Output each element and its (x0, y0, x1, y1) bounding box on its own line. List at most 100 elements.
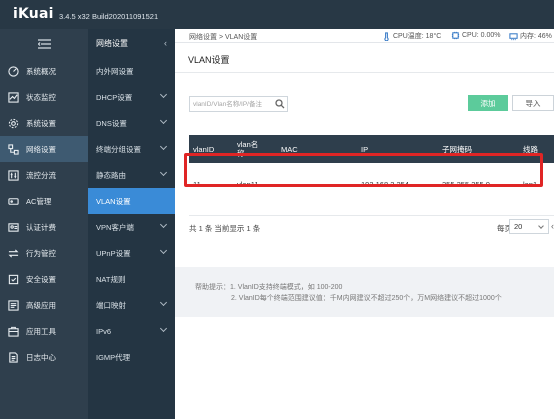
sidebar-item-label: 系统设置 (26, 118, 56, 128)
sidebar-item-overview[interactable]: 系统概况 (0, 58, 88, 84)
cell-vlan-name: vlan11 (237, 180, 259, 189)
sidebar-item-system[interactable]: 系统设置 (0, 110, 88, 136)
submenu-item-terminal-group[interactable]: 终端分组设置 (88, 136, 175, 162)
pagination-summary: 共 1 条 当前显示 1 条 (189, 224, 261, 233)
submenu-item-upnp[interactable]: UPnP设置 (88, 240, 175, 266)
sidebar-item-flow[interactable]: 流控分流 (0, 162, 88, 188)
content-card: VLAN设置 添加 导入 vlanID vlan名称 MAC IP 子网掩码 线… (175, 43, 554, 419)
sidebar-item-label: 状态监控 (26, 92, 56, 102)
divider (189, 215, 554, 216)
sidebar-item-auth[interactable]: 认证计费 (0, 214, 88, 240)
sidebar-item-monitor[interactable]: 状态监控 (0, 84, 88, 110)
monitor-icon (0, 91, 26, 103)
submenu-item-static-route[interactable]: 静态路由 (88, 162, 175, 188)
submenu-item-label: 端口映射 (96, 300, 126, 310)
cpu-temp-label: CPU温度: 18°C (393, 33, 442, 40)
table-header: vlanID vlan名称 MAC IP 子网掩码 线路 (189, 135, 554, 163)
sidebar-item-label: 认证计费 (26, 222, 56, 232)
cpu-temp-status: CPU温度: 18°C (382, 31, 441, 41)
sidebar-item-advanced[interactable]: 高级应用 (0, 292, 88, 318)
page-title: VLAN设置 (188, 55, 230, 65)
menu-collapse-icon[interactable] (0, 29, 88, 58)
sidebar-item-ac[interactable]: AC管理 (0, 188, 88, 214)
submenu-item-vlan[interactable]: VLAN设置 (88, 188, 175, 214)
submenu-item-label: VLAN设置 (96, 196, 131, 206)
dashboard-icon (0, 65, 26, 77)
chevron-down-icon (159, 246, 168, 255)
submenu-item-nat[interactable]: NAT规则 (88, 266, 175, 292)
app-logo[interactable]: iKuai (13, 6, 54, 22)
chevron-down-icon (538, 223, 544, 229)
submenu-item-label: IPv6 (96, 326, 112, 336)
column-header-mac[interactable]: MAC (281, 135, 298, 163)
table-row[interactable]: 11 vlan11 192.168.2.254 255.255.255.0 la… (189, 169, 554, 200)
breadcrumb: 网络设置 > VLAN设置 (189, 34, 258, 41)
column-header-vlan-name[interactable]: vlan名称 (237, 135, 265, 163)
sidebar-item-label: AC管理 (26, 196, 52, 206)
submenu-item-vpn-client[interactable]: VPN客户端 (88, 214, 175, 240)
sidebar-item-label: 网络设置 (26, 144, 56, 154)
per-page-value: 20 (514, 222, 523, 231)
import-button[interactable]: 导入 (512, 95, 554, 111)
column-header-subnet-mask[interactable]: 子网掩码 (442, 135, 472, 163)
gear-icon (0, 118, 26, 129)
sidebar-item-logs[interactable]: 日志中心 (0, 344, 88, 370)
cpu-usage-label: CPU: 0.00% (462, 32, 501, 39)
log-icon (0, 351, 26, 363)
chevron-down-icon (159, 324, 168, 333)
memory-icon (509, 32, 518, 40)
sidebar-item-network[interactable]: 网络设置 (0, 136, 88, 162)
network-icon (0, 143, 26, 155)
thermometer-icon (384, 31, 389, 41)
search-input[interactable] (190, 97, 274, 111)
submenu: 网络设置 ‹ 内外网设置 DHCP设置 DNS设置 终端分组设置 静态路由 VL… (88, 29, 175, 419)
chevron-down-icon (159, 90, 168, 99)
submenu-title: 网络设置 (96, 39, 128, 48)
toolbox-icon (0, 326, 26, 337)
version-label: 3.4.5 x32 Build202011091521 (59, 12, 159, 21)
header-bar: 网络设置 > VLAN设置 CPU温度: 18°C CPU: 0.00% 内存:… (175, 29, 554, 43)
submenu-item-label: IGMP代理 (96, 352, 131, 362)
search-icon[interactable] (275, 99, 285, 109)
submenu-item-label: VPN客户端 (96, 222, 134, 232)
arrows-icon (0, 248, 26, 259)
sliders-icon (0, 169, 26, 181)
cpu-usage-status: CPU: 0.00% (451, 31, 501, 40)
submenu-item-label: 静态路由 (96, 170, 126, 180)
chevron-left-icon[interactable]: ‹ (164, 38, 167, 48)
column-header-line[interactable]: 线路 (523, 135, 538, 163)
ac-icon (0, 196, 26, 207)
submenu-item-port-mapping[interactable]: 端口映射 (88, 292, 175, 318)
sidebar-item-label: 安全设置 (26, 274, 56, 284)
submenu-item-label: DHCP设置 (96, 92, 133, 102)
column-header-vlanid[interactable]: vlanID (193, 135, 214, 163)
submenu-item-label: NAT规则 (96, 274, 126, 284)
sidebar-item-label: 行为管控 (26, 248, 56, 258)
submenu-item-dns[interactable]: DNS设置 (88, 110, 175, 136)
shield-icon (0, 274, 26, 285)
submenu-item-label: DNS设置 (96, 118, 127, 128)
submenu-item-igmp[interactable]: IGMP代理 (88, 344, 175, 370)
chevron-down-icon (159, 220, 168, 229)
divider (175, 72, 554, 73)
chevron-down-icon (159, 298, 168, 307)
submenu-item-ipv6[interactable]: IPv6 (88, 318, 175, 344)
help-panel (175, 267, 554, 317)
submenu-item-lan-wan[interactable]: 内外网设置 (88, 58, 175, 84)
sidebar-item-security[interactable]: 安全设置 (0, 266, 88, 292)
id-card-icon (0, 222, 26, 233)
submenu-item-label: 内外网设置 (96, 66, 134, 76)
submenu-item-dhcp[interactable]: DHCP设置 (88, 84, 175, 110)
cpu-icon (451, 31, 460, 40)
add-button[interactable]: 添加 (468, 95, 508, 111)
cell-vlanid: 11 (193, 180, 201, 189)
sidebar-item-label: 日志中心 (26, 352, 56, 362)
sidebar-item-behavior[interactable]: 行为管控 (0, 240, 88, 266)
chevron-down-icon (159, 116, 168, 125)
per-page-select[interactable]: 20 (509, 219, 549, 234)
help-hint-line-1: 帮助提示：1. VlanID支持终端模式，如 100-200 (195, 284, 343, 291)
top-bar: iKuai 3.4.5 x32 Build202011091521 (0, 0, 554, 29)
chevron-down-icon (159, 168, 168, 177)
column-header-ip[interactable]: IP (361, 135, 368, 163)
sidebar-item-tools[interactable]: 应用工具 (0, 318, 88, 344)
